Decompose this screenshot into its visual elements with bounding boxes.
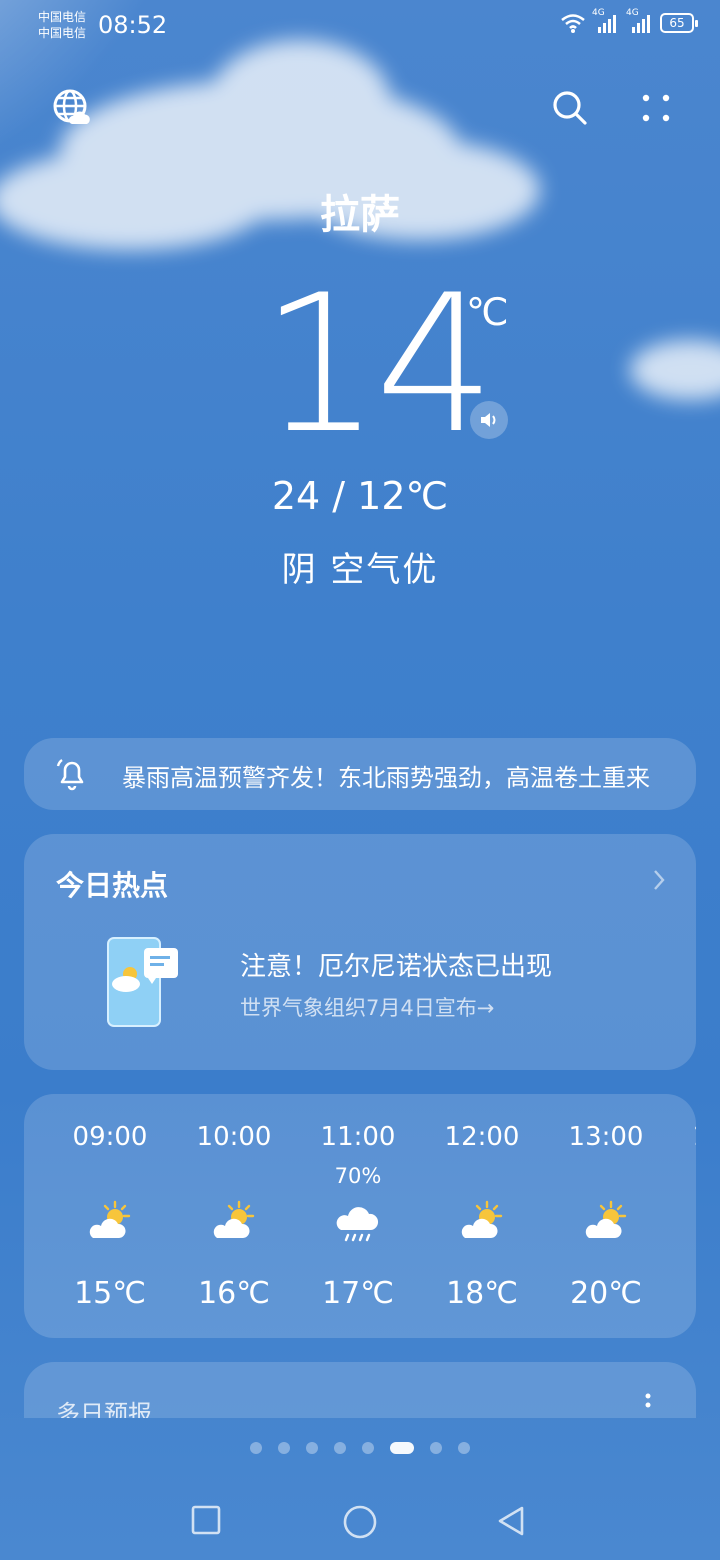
- hot-topics-card[interactable]: 今日热点 注意！厄尔尼诺状态已出现 世界气象组织7月4日宣布→: [24, 834, 696, 1070]
- phone-weather-illustration: [107, 937, 178, 1027]
- hour-temperature: 21℃: [668, 1276, 696, 1311]
- multi-day-forecast-card[interactable]: 多日预报: [24, 1362, 696, 1418]
- multi-day-title: 多日预报: [56, 1400, 152, 1418]
- speaker-icon: [481, 413, 496, 427]
- hot-topics-title: 今日热点: [56, 869, 169, 902]
- home-icon[interactable]: [342, 1504, 378, 1540]
- status-icons: 4G 4G 65: [560, 8, 698, 34]
- hourly-forecast-card[interactable]: 09:00 15℃ 10:00 16℃ 11:00 70% 17℃ 12:00 18℃ 13:00…: [24, 1094, 696, 1338]
- page-dot: [458, 1442, 470, 1454]
- page-dot: [334, 1442, 346, 1454]
- hour-temperature: 16℃: [198, 1276, 270, 1311]
- hour-temperature: 18℃: [446, 1276, 518, 1311]
- temperature-range: 24 / 12℃: [271, 474, 449, 518]
- globe-cloud-icon: [53, 89, 90, 124]
- page-dot: [306, 1442, 318, 1454]
- hour-temperature: 17℃: [322, 1276, 394, 1311]
- carrier-2: 中国电信: [38, 26, 87, 40]
- city-name[interactable]: 拉萨: [0, 182, 720, 240]
- hour-time: 13:00: [568, 1122, 644, 1152]
- signal-1-icon: 4G: [592, 8, 620, 34]
- search-button[interactable]: [548, 86, 592, 130]
- temperature-unit: ℃: [466, 290, 509, 334]
- status-bar: 中国电信 中国电信 08:52 4G 4G 65: [0, 0, 720, 52]
- bell-alert-icon: [56, 759, 84, 791]
- dots-grid-icon: [642, 94, 670, 122]
- chevron-right-icon[interactable]: [652, 868, 666, 892]
- voice-broadcast-button[interactable]: [470, 401, 508, 439]
- partly-cloudy-icon: [457, 1198, 507, 1252]
- signal-2-icon: 4G: [626, 8, 654, 34]
- more-vertical-icon[interactable]: [644, 1392, 652, 1418]
- page-dot: [430, 1442, 442, 1454]
- hour-temperature: 20℃: [570, 1276, 642, 1311]
- menu-button[interactable]: [634, 86, 678, 130]
- battery-icon: 65: [660, 13, 698, 33]
- hour-time: 14:00: [668, 1122, 696, 1152]
- search-icon: [553, 91, 587, 125]
- rain-cloud-icon: [333, 1198, 383, 1252]
- hot-topic-subline[interactable]: 世界气象组织7月4日宣布→: [240, 992, 494, 1022]
- partly-cloudy-icon: [581, 1198, 631, 1252]
- alert-text: 暴雨高温预警齐发！东北雨势强劲，高温卷土重来: [122, 764, 650, 792]
- carrier-1: 中国电信: [38, 10, 87, 24]
- precipitation-probability: 70%: [334, 1164, 382, 1188]
- hot-topic-headline[interactable]: 注意！厄尔尼诺状态已出现: [240, 946, 552, 983]
- hour-time: 11:00: [320, 1122, 396, 1152]
- battery-level: 65: [669, 16, 685, 30]
- page-dot-active: [390, 1442, 414, 1454]
- carrier-labels: 中国电信 中国电信: [38, 9, 86, 41]
- recent-apps-icon[interactable]: [190, 1504, 222, 1536]
- current-temperature: 14: [260, 254, 496, 475]
- system-navigation-bar: [0, 1490, 720, 1560]
- back-icon[interactable]: [494, 1504, 528, 1538]
- globe-cloud-button[interactable]: [50, 86, 94, 130]
- weather-alert-banner[interactable]: 暴雨高温预警齐发！东北雨势强劲，高温卷土重来: [24, 738, 696, 810]
- page-dot: [278, 1442, 290, 1454]
- weather-condition: 阴 空气优: [281, 550, 439, 590]
- page-indicator: [0, 1442, 720, 1454]
- hour-temperature: 15℃: [74, 1276, 146, 1311]
- page-dot: [250, 1442, 262, 1454]
- hour-time: 09:00: [72, 1122, 148, 1152]
- hour-time: 10:00: [196, 1122, 272, 1152]
- status-time: 08:52: [98, 11, 168, 39]
- page-dot: [362, 1442, 374, 1454]
- partly-cloudy-icon: [209, 1198, 259, 1252]
- partly-cloudy-icon: [85, 1198, 135, 1252]
- hour-time: 12:00: [444, 1122, 520, 1152]
- wifi-icon: [561, 14, 585, 33]
